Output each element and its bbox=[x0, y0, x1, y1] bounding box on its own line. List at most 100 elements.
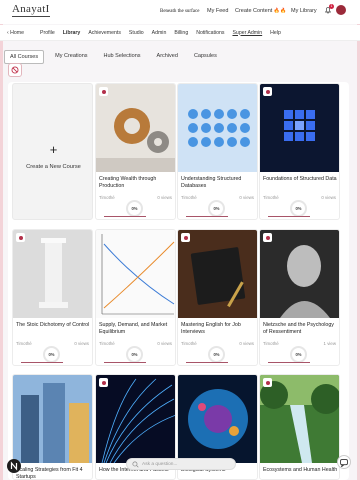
progress-ring: 0% bbox=[290, 200, 307, 217]
logo[interactable]: AnayatI bbox=[12, 3, 50, 17]
course-author: Timothé bbox=[99, 195, 115, 200]
progress-ring: 0% bbox=[126, 346, 143, 363]
filter-block-button[interactable] bbox=[8, 63, 22, 77]
course-type-icon bbox=[263, 87, 272, 96]
create-course-card[interactable]: + Create a New Course bbox=[12, 83, 93, 220]
course-type-icon bbox=[181, 233, 190, 242]
course-card[interactable]: Creating Wealth through Production Timot… bbox=[95, 83, 176, 220]
menu-library[interactable]: Library bbox=[63, 30, 81, 36]
menu-notifications[interactable]: Notifications bbox=[196, 30, 224, 36]
menu-help[interactable]: Help bbox=[270, 30, 281, 36]
ask-question-bar[interactable]: Ask a question... bbox=[126, 458, 236, 470]
course-views: 0 views bbox=[239, 195, 254, 200]
my-feed-link[interactable]: My Feed bbox=[207, 8, 228, 14]
menu-billing[interactable]: Billing bbox=[174, 30, 188, 36]
course-image-forest bbox=[260, 375, 339, 463]
course-card[interactable]: The Stoic Dichotomy of Control Timothé 0… bbox=[12, 229, 93, 366]
tab-all-courses[interactable]: All Courses bbox=[4, 50, 45, 64]
plus-icon: + bbox=[49, 142, 58, 157]
course-image-fiber-optics bbox=[96, 375, 175, 463]
letter-n-button[interactable] bbox=[7, 459, 21, 473]
course-author: Timothé bbox=[181, 341, 197, 346]
course-card[interactable]: Foundations of Structured Data Timothé 0… bbox=[259, 83, 340, 220]
my-library-link[interactable]: My Library bbox=[291, 8, 317, 14]
course-image-bust bbox=[260, 230, 339, 318]
course-card[interactable]: Understanding Structured Databases Timot… bbox=[177, 83, 258, 220]
progress-ring: 0% bbox=[208, 200, 225, 217]
course-card[interactable]: Scaling Strategies from Fit 4 Startups bbox=[12, 374, 93, 480]
top-bar: AnayatI Beneath the surface My Feed Crea… bbox=[0, 0, 360, 24]
course-card[interactable]: Supply, Demand, and Market Equilibrium T… bbox=[95, 229, 176, 366]
course-tabs: All Courses My Creations Hub Selections … bbox=[4, 50, 228, 64]
course-author: Timothé bbox=[16, 341, 32, 346]
course-author: Timothé bbox=[263, 341, 279, 346]
course-title: Creating Wealth through Production bbox=[99, 176, 157, 189]
course-image-data-cubes bbox=[260, 84, 339, 172]
course-title: Supply, Demand, and Market Equilibrium bbox=[99, 322, 168, 335]
course-views: 0 views bbox=[239, 341, 254, 346]
course-type-icon bbox=[263, 233, 272, 242]
search-icon bbox=[132, 460, 139, 468]
menu-admin[interactable]: Admin bbox=[152, 30, 167, 36]
menu-profile[interactable]: Profile bbox=[40, 30, 55, 36]
notification-count: 1 bbox=[329, 4, 334, 9]
course-card[interactable]: Ecosystems and Human Health bbox=[259, 374, 340, 480]
tab-archived[interactable]: Archived bbox=[152, 50, 183, 64]
course-card[interactable]: Mastering English for Job Interviews Tim… bbox=[177, 229, 258, 366]
progress-bar bbox=[268, 361, 310, 363]
progress-bar bbox=[186, 215, 228, 217]
course-author: Timothé bbox=[99, 341, 115, 346]
course-image-notebook bbox=[178, 230, 257, 318]
progress-ring: 0% bbox=[43, 346, 60, 363]
menu-studio[interactable]: Studio bbox=[129, 30, 144, 36]
course-type-icon bbox=[16, 233, 25, 242]
progress-bar bbox=[186, 361, 228, 363]
course-title: The Stoic Dichotomy of Control bbox=[16, 322, 90, 328]
menu-super-admin[interactable]: Super Admin bbox=[232, 30, 262, 36]
progress-ring: 0% bbox=[290, 346, 307, 363]
course-type-icon bbox=[99, 378, 108, 387]
progress-bar bbox=[104, 361, 146, 363]
avatar[interactable] bbox=[336, 5, 346, 15]
course-title: Foundations of Structured Data bbox=[263, 176, 337, 182]
create-course-label: Create a New Course bbox=[26, 164, 81, 170]
course-type-icon bbox=[99, 87, 108, 96]
menu-achievements[interactable]: Achievements bbox=[88, 30, 121, 36]
course-title: Nietzsche and the Psychology of Ressenti… bbox=[263, 322, 334, 335]
search-placeholder: Ask a question... bbox=[142, 461, 178, 467]
course-views: 0 views bbox=[321, 195, 336, 200]
course-image-cell bbox=[178, 375, 257, 463]
course-title: Understanding Structured Databases bbox=[181, 176, 242, 189]
course-author: Timothé bbox=[263, 195, 279, 200]
tab-capsules[interactable]: Capsules bbox=[189, 50, 222, 64]
course-image-skyscrapers bbox=[13, 375, 92, 463]
ban-icon bbox=[11, 66, 19, 74]
chat-button[interactable] bbox=[337, 455, 351, 469]
course-image-blue-grid bbox=[178, 84, 257, 172]
course-views: 0 views bbox=[74, 341, 89, 346]
course-title: Ecosystems and Human Health bbox=[263, 467, 338, 473]
progress-bar bbox=[268, 215, 310, 217]
fire-icon: 🔥🔥 bbox=[273, 8, 287, 14]
course-type-icon bbox=[263, 378, 272, 387]
course-image-supply-demand bbox=[96, 230, 175, 318]
courses-grid: + Create a New Course Creating Wealth th… bbox=[8, 82, 349, 480]
course-title: Scaling Strategies from Fit 4 Startups bbox=[16, 467, 83, 480]
n-logo-icon bbox=[10, 461, 18, 471]
progress-ring: 0% bbox=[126, 200, 143, 217]
create-content-link[interactable]: Create Content 🔥🔥 bbox=[235, 8, 286, 14]
tagline: Beneath the surface bbox=[160, 9, 200, 14]
tab-hub-selections[interactable]: Hub Selections bbox=[99, 50, 146, 64]
menu-home[interactable]: ‹ Home bbox=[7, 30, 32, 36]
course-views: 0 views bbox=[157, 341, 172, 346]
progress-bar bbox=[104, 215, 146, 217]
tab-my-creations[interactable]: My Creations bbox=[50, 50, 92, 64]
course-author: Timothé bbox=[181, 195, 197, 200]
course-image-gears bbox=[96, 84, 175, 172]
course-image-column bbox=[13, 230, 92, 318]
course-views: 0 views bbox=[157, 195, 172, 200]
main-menu: ‹ Home Profile Library Achievements Stud… bbox=[0, 25, 360, 41]
progress-bar bbox=[21, 361, 63, 363]
progress-ring: 0% bbox=[208, 346, 225, 363]
course-card[interactable]: Nietzsche and the Psychology of Ressenti… bbox=[259, 229, 340, 366]
